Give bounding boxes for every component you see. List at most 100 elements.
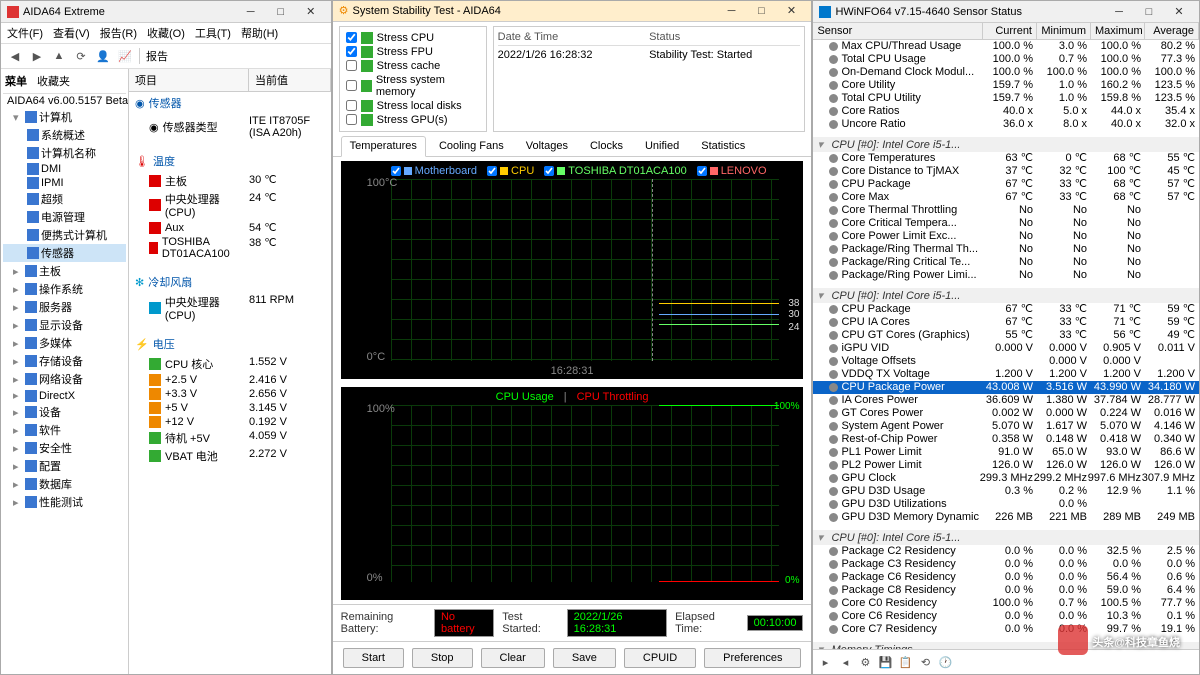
hw-row[interactable]: Package/Ring Critical Te...NoNoNo	[813, 256, 1199, 269]
tree-item[interactable]: 计算机名称	[3, 144, 126, 162]
hw-row[interactable]: Uncore Ratio36.0 x8.0 x40.0 x32.0 x	[813, 118, 1199, 131]
hw-row[interactable]: GT Cores Power0.002 W0.000 W0.224 W0.016…	[813, 407, 1199, 420]
min-icon[interactable]: ─	[1105, 3, 1133, 21]
stress-opt[interactable]: Stress local disks	[346, 99, 480, 113]
clear-button[interactable]: Clear	[481, 648, 545, 668]
tree-item[interactable]: ▸配置	[3, 457, 126, 475]
hw-row[interactable]: GPU Clock299.3 MHz299.2 MHz997.6 MHz307.…	[813, 472, 1199, 485]
expand-icon[interactable]: ▸	[817, 654, 833, 670]
min-icon[interactable]: ─	[717, 2, 745, 20]
list-row[interactable]: 中央处理器(CPU)24 ℃	[129, 190, 331, 220]
hw-row[interactable]: On-Demand Clock Modul...100.0 %100.0 %10…	[813, 66, 1199, 79]
hw-row[interactable]: GPU D3D Usage0.3 %0.2 %12.9 %1.1 %	[813, 485, 1199, 498]
hw-row[interactable]: iGPU VID0.000 V0.000 V0.905 V0.011 V	[813, 342, 1199, 355]
legend-checkbox[interactable]	[544, 166, 554, 176]
hw-row[interactable]: GPU D3D Utilizations0.0 %	[813, 498, 1199, 511]
hw-row[interactable]: Package C6 Residency0.0 %0.0 %56.4 %0.6 …	[813, 571, 1199, 584]
hw-row[interactable]: Rest-of-Chip Power0.358 W0.148 W0.418 W0…	[813, 433, 1199, 446]
hw-row[interactable]: CPU GT Cores (Graphics)55 ℃33 ℃56 ℃49 ℃	[813, 329, 1199, 342]
tree-item[interactable]: DMI	[3, 162, 126, 176]
stress-checkbox[interactable]	[346, 80, 357, 91]
start-button[interactable]: Start	[343, 648, 404, 668]
tree-item[interactable]: ▸网络设备	[3, 370, 126, 388]
tree-item[interactable]: ▸操作系统	[3, 280, 126, 298]
hw-row[interactable]: Core Utility159.7 %1.0 %160.2 %123.5 %	[813, 79, 1199, 92]
list-row[interactable]: Aux54 ℃	[129, 220, 331, 235]
hw-row[interactable]: Max CPU/Thread Usage100.0 %3.0 %100.0 %8…	[813, 40, 1199, 53]
legend-item[interactable]: CPU	[487, 165, 534, 177]
hw-row[interactable]: GPU D3D Memory Dynamic226 MB221 MB289 MB…	[813, 511, 1199, 524]
report-button[interactable]: 报告	[146, 48, 168, 64]
menu-help[interactable]: 帮助(H)	[241, 25, 278, 41]
stress-checkbox[interactable]	[346, 114, 357, 125]
hw-row[interactable]: Core Thermal ThrottlingNoNoNo	[813, 204, 1199, 217]
tree-item[interactable]: ▸安全性	[3, 439, 126, 457]
max-icon[interactable]: □	[747, 2, 775, 20]
chart-icon[interactable]: 📈	[117, 48, 133, 64]
hw-group[interactable]: ▾CPU [#0]: Intel Core i5-1...	[813, 137, 1199, 152]
close-icon[interactable]: ✕	[1165, 3, 1193, 21]
list-row[interactable]: 中央处理器(CPU)811 RPM	[129, 293, 331, 323]
tree-item[interactable]: ▸多媒体	[3, 334, 126, 352]
sst-tab[interactable]: Temperatures	[341, 136, 426, 157]
sst-tab[interactable]: Cooling Fans	[430, 136, 513, 156]
max-icon[interactable]: □	[1135, 3, 1163, 21]
tree-item[interactable]: 传感器	[3, 244, 126, 262]
list-row[interactable]: +3.3 V2.656 V	[129, 387, 331, 401]
list-row[interactable]: VBAT 电池2.272 V	[129, 447, 331, 465]
hw-col-max[interactable]: Maximum	[1091, 23, 1145, 39]
cpuid-button[interactable]: CPUID	[624, 648, 696, 668]
sst-tab[interactable]: Clocks	[581, 136, 632, 156]
tree-item[interactable]: ▸主板	[3, 262, 126, 280]
hw-row[interactable]: VDDQ TX Voltage1.200 V1.200 V1.200 V1.20…	[813, 368, 1199, 381]
up-icon[interactable]: ▲	[51, 48, 67, 64]
hw-row[interactable]: PL2 Power Limit126.0 W126.0 W126.0 W126.…	[813, 459, 1199, 472]
stress-checkbox[interactable]	[346, 46, 357, 57]
tree-item[interactable]: ▸数据库	[3, 475, 126, 493]
min-icon[interactable]: ─	[237, 3, 265, 21]
hw-row[interactable]: Core C0 Residency100.0 %0.7 %100.5 %77.7…	[813, 597, 1199, 610]
list-row[interactable]: TOSHIBA DT01ACA10038 ℃	[129, 235, 331, 261]
hw-row[interactable]: CPU Package67 ℃33 ℃68 ℃57 ℃	[813, 178, 1199, 191]
tree-item[interactable]: ▸存储设备	[3, 352, 126, 370]
list-row[interactable]: +12 V0.192 V	[129, 415, 331, 429]
tree-item[interactable]: ▸性能测试	[3, 493, 126, 511]
tree-item[interactable]: IPMI	[3, 176, 126, 190]
hw-row[interactable]: Core Temperatures63 ℃0 ℃68 ℃55 ℃	[813, 152, 1199, 165]
tree-item[interactable]: ▸服务器	[3, 298, 126, 316]
hw-row[interactable]: System Agent Power5.070 W1.617 W5.070 W4…	[813, 420, 1199, 433]
stress-opt[interactable]: Stress system memory	[346, 73, 480, 99]
stress-opt[interactable]: Stress GPU(s)	[346, 113, 480, 127]
stress-opt[interactable]: Stress CPU	[346, 31, 480, 45]
save-button[interactable]: Save	[553, 648, 616, 668]
stress-opt[interactable]: Stress cache	[346, 59, 480, 73]
aida-titlebar[interactable]: AIDA64 Extreme ─□✕	[1, 1, 331, 23]
hw-row[interactable]: IA Cores Power36.609 W1.380 W37.784 W28.…	[813, 394, 1199, 407]
menu-report[interactable]: 报告(R)	[100, 25, 137, 41]
hw-row[interactable]: CPU Package Power43.008 W3.516 W43.990 W…	[813, 381, 1199, 394]
collapse-icon[interactable]: ◂	[837, 654, 853, 670]
tree-item[interactable]: ▸软件	[3, 421, 126, 439]
sst-tab[interactable]: Unified	[636, 136, 688, 156]
prefs-button[interactable]: Preferences	[704, 648, 801, 668]
hw-row[interactable]: Total CPU Utility159.7 %1.0 %159.8 %123.…	[813, 92, 1199, 105]
menu-tools[interactable]: 工具(T)	[195, 25, 231, 41]
user-icon[interactable]: 👤	[95, 48, 111, 64]
hw-row[interactable]: PL1 Power Limit91.0 W65.0 W93.0 W86.6 W	[813, 446, 1199, 459]
hw-row[interactable]: Core Ratios40.0 x5.0 x44.0 x35.4 x	[813, 105, 1199, 118]
list-row[interactable]: ◉传感器类型ITE IT8705F (ISA A20h)	[129, 114, 331, 140]
legend-item[interactable]: LENOVO	[697, 165, 767, 177]
hw-row[interactable]: Voltage Offsets0.000 V0.000 V	[813, 355, 1199, 368]
hw-row[interactable]: Package/Ring Power Limi...NoNoNo	[813, 269, 1199, 282]
log-icon[interactable]: 📋	[897, 654, 913, 670]
clock-icon[interactable]: 🕐	[937, 654, 953, 670]
col-item[interactable]: 项目	[129, 69, 249, 91]
hw-row[interactable]: Package C8 Residency0.0 %0.0 %59.0 %6.4 …	[813, 584, 1199, 597]
legend-checkbox[interactable]	[391, 166, 401, 176]
reset-icon[interactable]: ⟲	[917, 654, 933, 670]
hw-row[interactable]: CPU IA Cores67 ℃33 ℃71 ℃59 ℃	[813, 316, 1199, 329]
tree-item[interactable]: ▸设备	[3, 403, 126, 421]
hw-titlebar[interactable]: HWiNFO64 v7.15-4640 Sensor Status ─□✕	[813, 1, 1199, 23]
list-row[interactable]: +5 V3.145 V	[129, 401, 331, 415]
sst-tab[interactable]: Voltages	[517, 136, 577, 156]
